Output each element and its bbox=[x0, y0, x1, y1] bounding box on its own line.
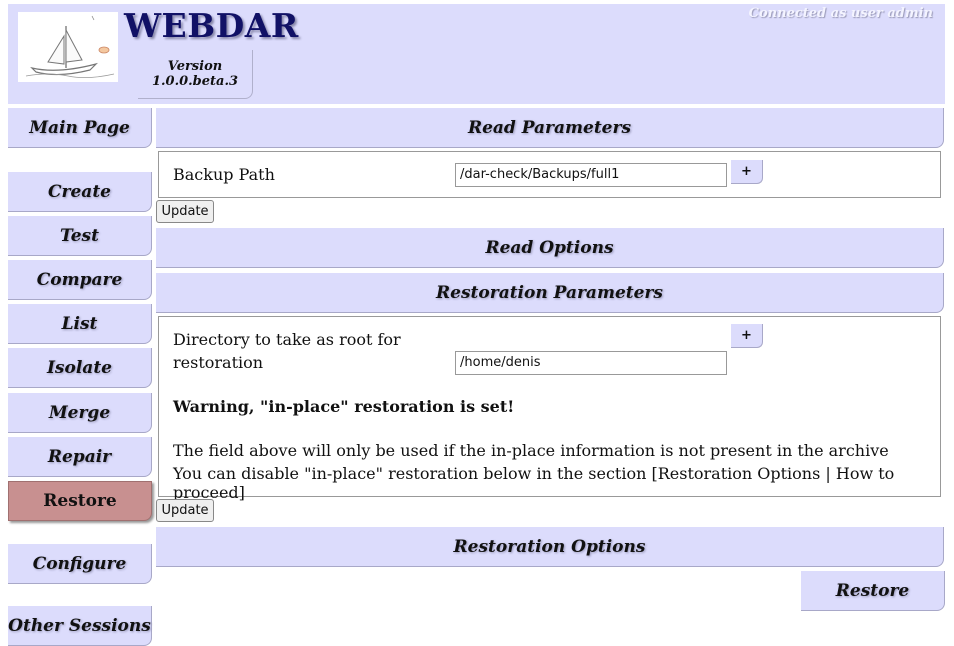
sidebar-item-test[interactable]: Test bbox=[8, 216, 152, 256]
version-label: Version bbox=[167, 59, 223, 74]
root-directory-label-line1: Directory to take as root for bbox=[173, 330, 401, 349]
webdar-logo bbox=[18, 12, 118, 82]
restoration-parameters-update-button[interactable]: Update bbox=[156, 499, 214, 522]
backup-path-input[interactable]: /dar-check/Backups/full1 bbox=[455, 163, 727, 187]
sidebar-item-compare[interactable]: Compare bbox=[8, 260, 152, 300]
root-directory-input[interactable]: /home/denis bbox=[455, 351, 727, 375]
sidebar-item-other-sessions[interactable]: Other Sessions bbox=[8, 606, 152, 646]
info-line-2: You can disable "in-place" restoration b… bbox=[173, 464, 895, 502]
section-read-parameters[interactable]: Read Parameters bbox=[156, 108, 944, 148]
root-directory-label: Directory to take as root for restoratio… bbox=[173, 328, 401, 374]
root-directory-label-line2: restoration bbox=[173, 353, 264, 372]
read-parameters-update-button[interactable]: Update bbox=[156, 200, 214, 223]
root-directory-plus-button[interactable]: + bbox=[731, 324, 763, 348]
restore-button[interactable]: Restore bbox=[801, 571, 945, 611]
in-place-warning: Warning, "in-place" restoration is set! bbox=[173, 397, 515, 416]
sidebar-item-isolate[interactable]: Isolate bbox=[8, 348, 152, 388]
app-title: WEBDAR bbox=[124, 6, 299, 45]
read-parameters-panel: Backup Path /dar-check/Backups/full1 + bbox=[158, 151, 941, 198]
connected-user-status: Connected as user admin bbox=[748, 6, 933, 21]
section-read-options[interactable]: Read Options bbox=[156, 228, 944, 268]
sidebar-item-restore[interactable]: Restore bbox=[8, 481, 152, 521]
backup-path-plus-button[interactable]: + bbox=[731, 160, 763, 184]
sidebar-item-list[interactable]: List bbox=[8, 304, 152, 344]
version-number: 1.0.0.beta.3 bbox=[151, 74, 239, 89]
sidebar-item-create[interactable]: Create bbox=[8, 172, 152, 212]
app-header: WEBDAR Version 1.0.0.beta.3 Connected as… bbox=[8, 4, 945, 104]
restoration-parameters-panel: Directory to take as root for restoratio… bbox=[158, 316, 941, 502]
sidebar-item-configure[interactable]: Configure bbox=[8, 544, 152, 584]
version-box: Version 1.0.0.beta.3 bbox=[138, 50, 253, 99]
section-restoration-parameters[interactable]: Restoration Parameters bbox=[156, 273, 944, 313]
sidebar-item-merge[interactable]: Merge bbox=[8, 393, 152, 433]
sidebar-item-main-page[interactable]: Main Page bbox=[8, 108, 152, 148]
sidebar-item-repair[interactable]: Repair bbox=[8, 437, 152, 477]
section-restoration-options[interactable]: Restoration Options bbox=[156, 527, 944, 567]
info-line-1: The field above will only be used if the… bbox=[173, 441, 889, 460]
backup-path-label: Backup Path bbox=[173, 165, 275, 184]
